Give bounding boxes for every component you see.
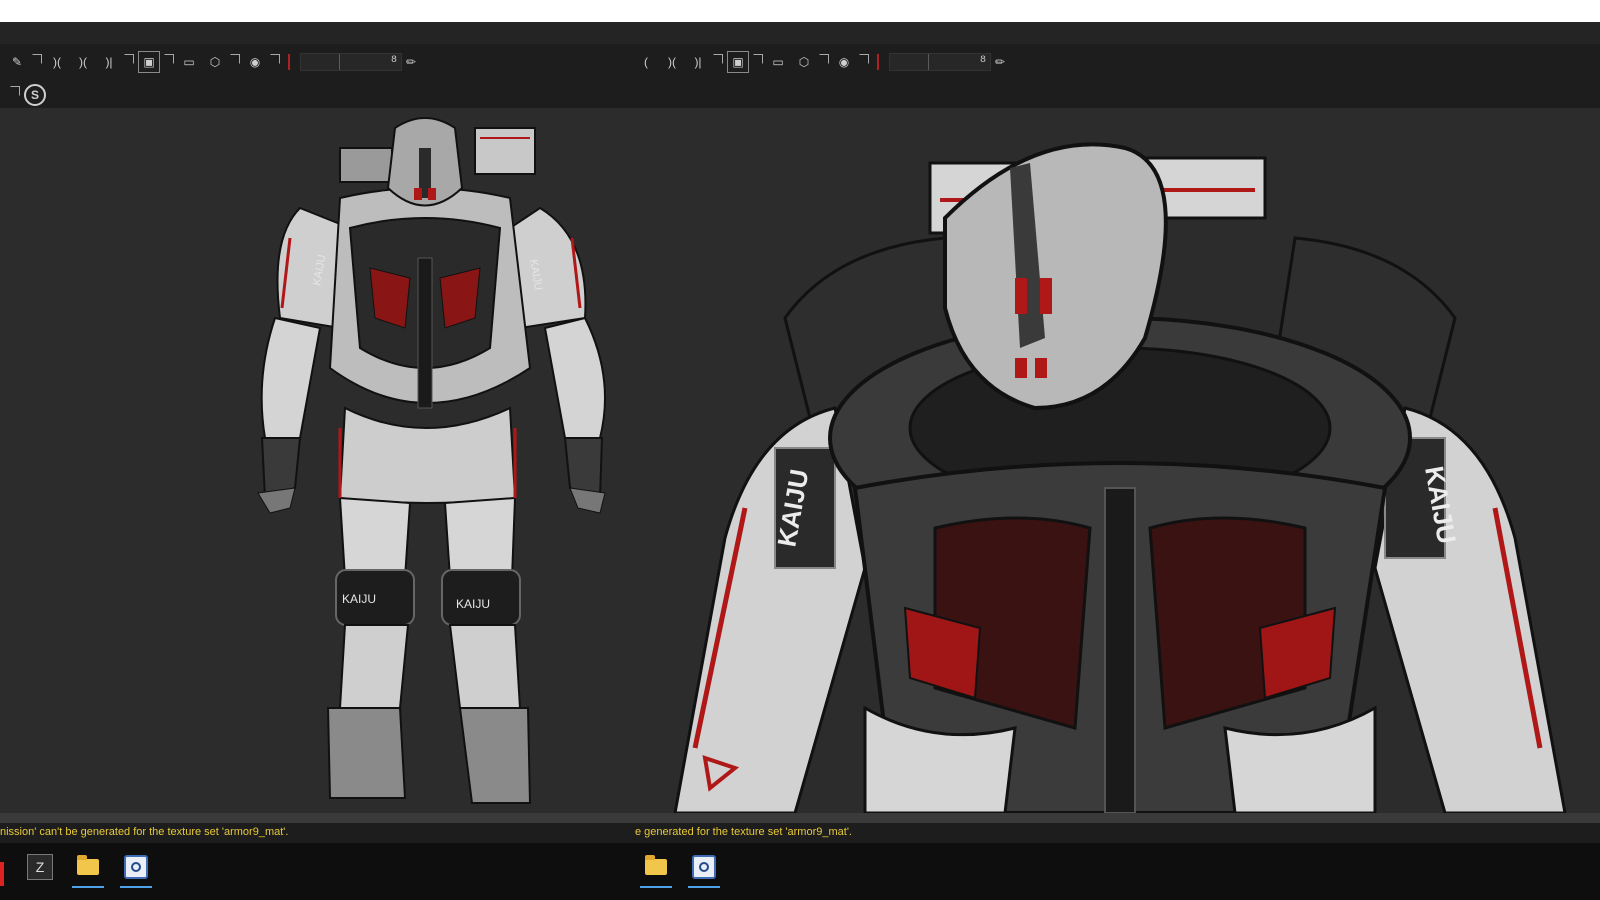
symmetry-x-icon[interactable]: ( [635, 51, 657, 73]
taskbar-app-substance-painter[interactable] [116, 847, 156, 888]
mirror-icon[interactable]: )| [98, 51, 120, 73]
red-divider [877, 54, 879, 70]
camera-view-icon[interactable]: ▭ [767, 51, 789, 73]
status-warning-message: nission' can't be generated for the text… [0, 826, 289, 838]
active-indicator [72, 886, 104, 888]
slider-value: 8 [979, 55, 986, 66]
3d-viewport-right[interactable]: KAIJU KAIJU [635, 108, 1600, 813]
brush-size-slider[interactable]: 8 [300, 53, 402, 71]
3d-viewport-left[interactable]: KAIJU KAIJU KAIJU KAIJU [0, 108, 635, 813]
substance-painter-icon [692, 855, 716, 879]
status-bar-right: e generated for the texture set 'armor9_… [635, 823, 1600, 843]
edit-pencil-icon[interactable]: ✏ [995, 55, 1005, 69]
viewport-toolbar-right: ( )( )| ▣ ▭ ⬡ ◉ 8 ✏ [635, 44, 1600, 80]
substance-painter-icon [124, 855, 148, 879]
box-select-icon[interactable]: ▣ [727, 51, 749, 73]
brush-size-slider[interactable]: 8 [889, 53, 991, 71]
popout-icon[interactable] [713, 54, 723, 64]
screenshot-camera-icon[interactable]: ◉ [244, 51, 266, 73]
file-explorer-icon [645, 855, 667, 875]
slider-value: 8 [390, 55, 397, 66]
red-divider [288, 54, 290, 70]
taskbar-app-explorer[interactable] [636, 847, 676, 888]
popout-icon[interactable] [32, 54, 42, 64]
taskbar-app-explorer[interactable] [68, 847, 108, 888]
popout-icon[interactable] [230, 54, 240, 64]
window-top-strip [0, 0, 1600, 22]
substance-s-icon[interactable]: S [24, 84, 46, 106]
zbrush-icon: Z [27, 854, 53, 880]
popout-icon[interactable] [819, 54, 829, 64]
taskbar-red-indicator [0, 862, 4, 886]
status-bar-left: nission' can't be generated for the text… [0, 823, 635, 843]
armor-model-closeup: KAIJU KAIJU [673, 142, 1567, 813]
viewport-bottom-gutter [0, 813, 1600, 823]
symmetry-x-icon[interactable]: )( [46, 51, 68, 73]
popout-icon[interactable] [859, 54, 869, 64]
edit-pencil-icon[interactable]: ✏ [406, 55, 416, 69]
armor-model-full-body: KAIJU KAIJU KAIJU KAIJU [257, 117, 606, 804]
paint-brush-icon[interactable]: ✎ [6, 51, 28, 73]
box-select-icon[interactable]: ▣ [138, 51, 160, 73]
kaiju-label: KAIJU [342, 592, 376, 606]
viewport-subbar: S [0, 80, 1600, 108]
camera-view-icon[interactable]: ▭ [178, 51, 200, 73]
status-warning-message: e generated for the texture set 'armor9_… [635, 826, 852, 838]
kaiju-label: KAIJU [456, 597, 490, 611]
screenshot-camera-icon[interactable]: ◉ [833, 51, 855, 73]
title-bar [0, 22, 1600, 44]
popout-icon[interactable] [10, 86, 20, 96]
active-indicator [640, 886, 672, 888]
viewport-toolbar-left: ✎ )( )( )| ▣ ▭ ⬡ ◉ 8 ✏ [0, 44, 635, 80]
taskbar-app-substance-painter[interactable] [684, 847, 724, 888]
popout-icon[interactable] [124, 54, 134, 64]
3d-cube-icon[interactable]: ⬡ [793, 51, 815, 73]
slider-handle[interactable] [339, 54, 340, 70]
popout-icon[interactable] [270, 54, 280, 64]
file-explorer-icon [77, 855, 99, 875]
3d-cube-icon[interactable]: ⬡ [204, 51, 226, 73]
mirror-icon[interactable]: )| [687, 51, 709, 73]
symmetry-y-icon[interactable]: )( [72, 51, 94, 73]
slider-handle[interactable] [928, 54, 929, 70]
active-indicator [120, 886, 152, 888]
popout-icon[interactable] [164, 54, 174, 64]
os-taskbar: Z [0, 843, 1600, 900]
symmetry-y-icon[interactable]: )( [661, 51, 683, 73]
taskbar-app-zbrush[interactable]: Z [20, 847, 60, 887]
active-indicator [688, 886, 720, 888]
popout-icon[interactable] [753, 54, 763, 64]
